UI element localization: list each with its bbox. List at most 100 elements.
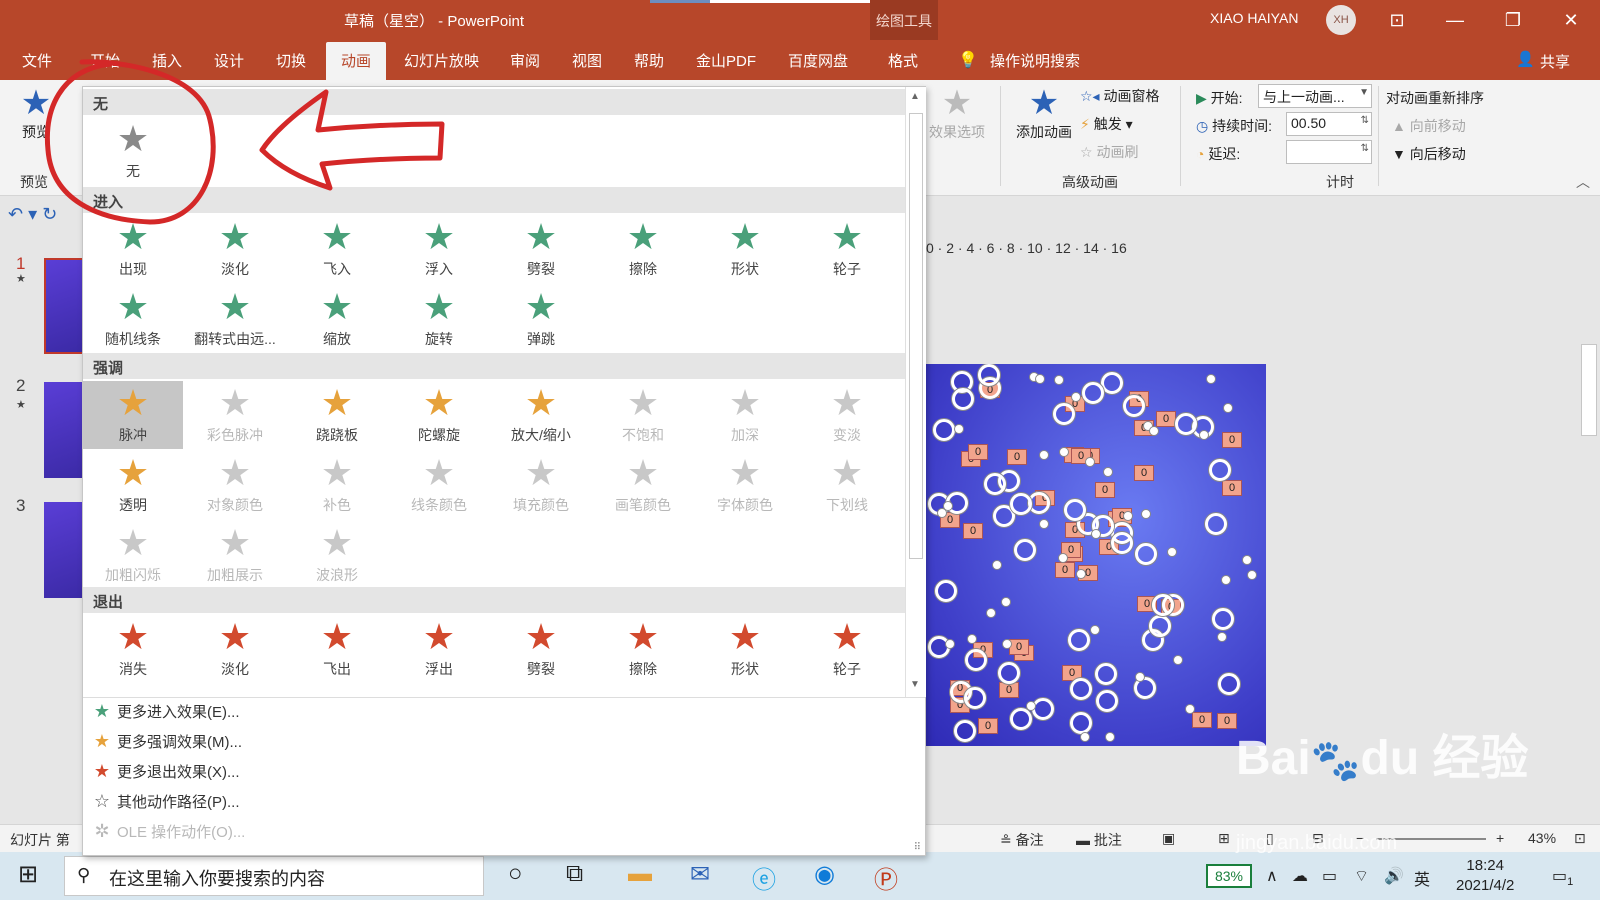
tab-help[interactable]: 帮助 xyxy=(634,50,664,71)
cloud-icon[interactable]: ☁ xyxy=(1292,866,1308,886)
scrollbar-thumb[interactable] xyxy=(1581,344,1597,436)
browser-icon[interactable]: ⓔ xyxy=(752,860,776,895)
tab-animations[interactable]: 动画 xyxy=(326,42,387,80)
animation-tag[interactable]: 0 xyxy=(1007,449,1027,465)
share-button[interactable]: 共享 xyxy=(1540,51,1570,72)
selection-handle[interactable] xyxy=(1091,529,1101,539)
entrance-effect[interactable]: ★ 出现 xyxy=(83,215,183,283)
emphasis-effect[interactable]: ★ 补色 xyxy=(287,451,387,519)
rotation-handle-icon[interactable] xyxy=(1014,539,1036,561)
selection-handle[interactable] xyxy=(954,424,964,434)
selection-handle[interactable] xyxy=(1002,639,1012,649)
selection-handle[interactable] xyxy=(1080,732,1090,742)
selection-handle[interactable] xyxy=(1103,467,1113,477)
tab-design[interactable]: 设计 xyxy=(214,50,244,71)
lightbulb-icon[interactable]: 💡 xyxy=(958,50,978,70)
redo-icon[interactable]: ↻ xyxy=(42,204,57,224)
scroll-down-icon[interactable]: ▼ xyxy=(910,679,920,690)
exit-effect[interactable]: ★ 浮出 xyxy=(389,615,489,683)
exit-effect[interactable]: ★ 形状 xyxy=(695,615,795,683)
rotation-handle-icon[interactable] xyxy=(1175,413,1197,435)
move-earlier-button[interactable]: ▲ 向前移动 xyxy=(1392,116,1466,136)
emphasis-effect[interactable]: ★ 透明 xyxy=(83,451,183,519)
entrance-effect[interactable]: ★ 缩放 xyxy=(287,285,387,353)
selection-handle[interactable] xyxy=(1035,374,1045,384)
emphasis-effect[interactable]: ★ 脉冲 xyxy=(83,381,183,449)
rotation-handle-icon[interactable] xyxy=(1010,493,1032,515)
animation-tag[interactable]: 0 xyxy=(1009,639,1029,655)
exit-effect[interactable]: ★ 轮子 xyxy=(797,615,897,683)
tray-chevron-icon[interactable]: ∧ xyxy=(1266,866,1278,886)
battery-icon[interactable]: ▭ xyxy=(1322,866,1337,886)
selection-handle[interactable] xyxy=(1199,430,1209,440)
animation-tag[interactable]: 0 xyxy=(999,682,1019,698)
slide-canvas[interactable]: 00000000000000000000000000000000000000 xyxy=(926,364,1266,746)
tab-baidu-netdisk[interactable]: 百度网盘 xyxy=(788,50,848,71)
avatar[interactable]: XH xyxy=(1326,5,1356,35)
animation-tag[interactable]: 0 xyxy=(1134,465,1154,481)
rotation-handle-icon[interactable] xyxy=(1135,543,1157,565)
rotation-handle-icon[interactable] xyxy=(1095,663,1117,685)
rotation-handle-icon[interactable] xyxy=(1070,678,1092,700)
taskbar-search-input[interactable]: ⚲ 在这里输入你要搜索的内容 xyxy=(64,856,484,896)
file-explorer-icon[interactable]: ▬ xyxy=(628,860,652,888)
exit-effect[interactable]: ★ 飞出 xyxy=(287,615,387,683)
trigger-button[interactable]: ⚡ 触发 ▾ xyxy=(1080,114,1133,134)
powerpoint-icon[interactable]: Ⓟ xyxy=(874,860,898,895)
animation-tag[interactable]: 0 xyxy=(978,718,998,734)
ime-indicator[interactable]: 英 xyxy=(1414,866,1430,890)
rotation-handle-icon[interactable] xyxy=(935,580,957,602)
selection-handle[interactable] xyxy=(1135,672,1145,682)
mail-icon[interactable]: ✉ xyxy=(690,860,710,889)
emphasis-effect[interactable]: ★ 加粗闪烁 xyxy=(83,521,183,589)
start-select[interactable]: 与上一动画... ▼ xyxy=(1258,84,1372,108)
tab-review[interactable]: 审阅 xyxy=(510,50,540,71)
tab-format[interactable]: 格式 xyxy=(888,50,918,71)
animation-tag[interactable]: 0 xyxy=(968,444,988,460)
more-effects-item[interactable]: ★ 更多退出效果(X)... xyxy=(87,761,240,789)
emphasis-effect[interactable]: ★ 字体颜色 xyxy=(695,451,795,519)
entrance-effect[interactable]: ★ 擦除 xyxy=(593,215,693,283)
emphasis-effect[interactable]: ★ 彩色脉冲 xyxy=(185,381,285,449)
notes-button[interactable]: ≗ 备注 xyxy=(1000,830,1044,850)
entrance-effect[interactable]: ★ 形状 xyxy=(695,215,795,283)
emphasis-effect[interactable]: ★ 加深 xyxy=(695,381,795,449)
tab-slideshow[interactable]: 幻灯片放映 xyxy=(404,50,479,71)
entrance-effect[interactable]: ★ 轮子 xyxy=(797,215,897,283)
animation-tag[interactable]: 0 xyxy=(1156,411,1176,427)
selection-handle[interactable] xyxy=(1026,701,1036,711)
collapse-ribbon-icon[interactable]: ︿ xyxy=(1576,172,1590,192)
effect-options-button[interactable]: ★ 效果选项 xyxy=(922,84,992,142)
emphasis-effect[interactable]: ★ 画笔颜色 xyxy=(593,451,693,519)
rotation-handle-icon[interactable] xyxy=(1205,513,1227,535)
selection-handle[interactable] xyxy=(1247,570,1257,580)
tab-insert[interactable]: 插入 xyxy=(152,50,182,71)
gallery-scroll-thumb[interactable] xyxy=(909,113,923,559)
rotation-handle-icon[interactable] xyxy=(1096,690,1118,712)
emphasis-effect[interactable]: ★ 不饱和 xyxy=(593,381,693,449)
tab-file[interactable]: 文件 xyxy=(22,50,52,71)
rotation-handle-icon[interactable] xyxy=(1032,698,1054,720)
selection-handle[interactable] xyxy=(1039,519,1049,529)
selection-handle[interactable] xyxy=(1221,575,1231,585)
rotation-handle-icon[interactable] xyxy=(1070,712,1092,734)
zoom-level[interactable]: 43% xyxy=(1528,830,1556,846)
close-icon[interactable]: ✕ xyxy=(1554,6,1588,34)
selection-handle[interactable] xyxy=(992,560,1002,570)
undo-icon[interactable]: ↶ ▾ ↻ xyxy=(8,204,57,225)
rotation-handle-icon[interactable] xyxy=(1209,459,1231,481)
selection-handle[interactable] xyxy=(1217,632,1227,642)
rotation-handle-icon[interactable] xyxy=(1152,594,1174,616)
selection-handle[interactable] xyxy=(1149,426,1159,436)
resize-grip-icon[interactable]: ⠿ xyxy=(914,842,921,853)
fit-slide-icon[interactable]: ⊡ xyxy=(1574,830,1586,847)
minimize-icon[interactable]: — xyxy=(1438,6,1472,34)
entrance-effect[interactable]: ★ 劈裂 xyxy=(491,215,591,283)
emphasis-effect[interactable]: ★ 放大/缩小 xyxy=(491,381,591,449)
selection-handle[interactable] xyxy=(1185,704,1195,714)
selection-handle[interactable] xyxy=(1058,553,1068,563)
exit-effect[interactable]: ★ 劈裂 xyxy=(491,615,591,683)
tab-transitions[interactable]: 切换 xyxy=(276,50,306,71)
rotation-handle-icon[interactable] xyxy=(978,364,1000,386)
animation-painter-button[interactable]: ☆ 动画刷 xyxy=(1080,142,1138,162)
